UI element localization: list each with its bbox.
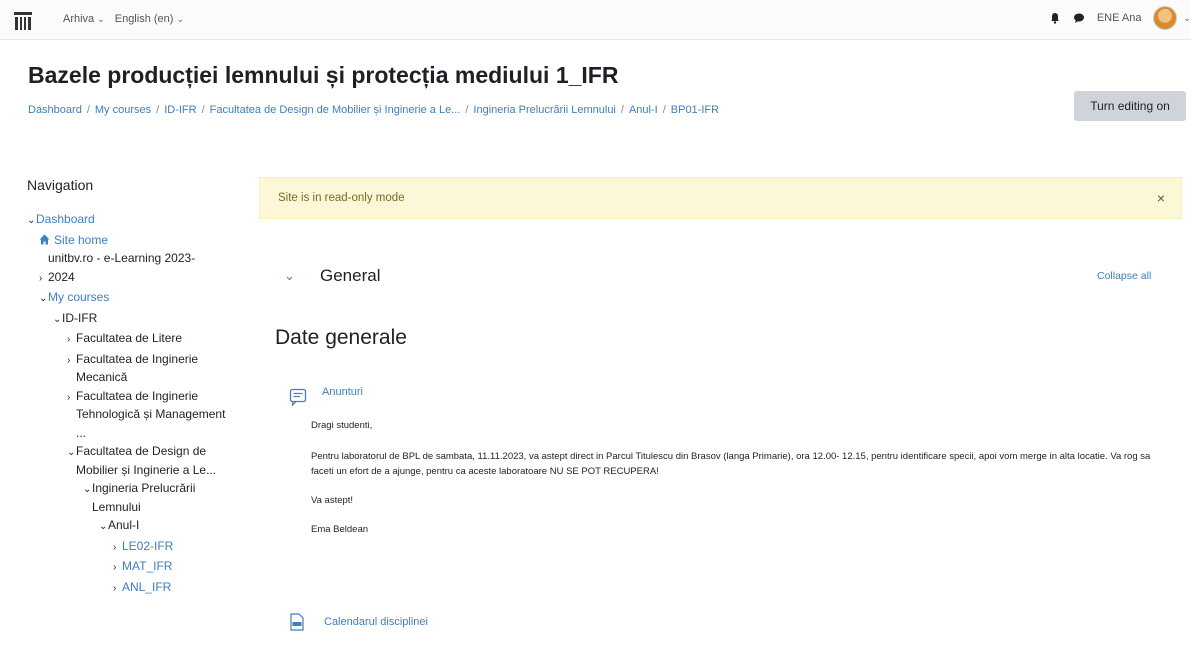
user-name[interactable]: ENE Ana — [1097, 12, 1142, 24]
chevron-down-icon: ⌄ — [67, 447, 76, 458]
chevron-right-icon: › — [113, 541, 117, 553]
nav-item-label: ANL_IFR — [122, 579, 172, 594]
breadcrumb-separator: / — [156, 104, 160, 116]
nav-item-label: LE02-IFR — [122, 538, 174, 553]
breadcrumb-dashboard[interactable]: Dashboard — [28, 104, 82, 116]
nav-item-prelucrarii[interactable]: ⌄Ingineria Prelucrării Lemnului — [27, 479, 237, 516]
nav-item-label: My courses — [48, 290, 110, 304]
chevron-down-icon: ⌄ — [176, 13, 184, 24]
chevron-down-icon: ⌄ — [53, 313, 62, 325]
chevron-down-icon: ⌄ — [27, 215, 36, 226]
nav-item-site-home[interactable]: Site home — [27, 231, 237, 250]
nav-item-label: Anul-I — [108, 518, 140, 532]
nav-item-label: Facultatea de Design de Mobilier și Ingi… — [76, 444, 217, 477]
turn-editing-on-button[interactable]: Turn editing on — [1074, 91, 1186, 121]
breadcrumb-faculty[interactable]: Facultatea de Design de Mobilier și Ingi… — [210, 104, 461, 116]
collapse-all-link[interactable]: Collapse all — [1097, 270, 1151, 282]
breadcrumb: Dashboard / My courses / ID-IFR / Facult… — [28, 104, 719, 116]
course-calendar-link[interactable]: Calendarul disciplinei — [324, 616, 428, 628]
breadcrumb-my-courses[interactable]: My courses — [95, 104, 151, 116]
announcement-post: Dragi studenti, Pentru laboratorul de BP… — [311, 418, 1171, 551]
nav-item-label: ID-IFR — [62, 310, 98, 325]
home-icon — [39, 234, 50, 244]
nav-item-litere[interactable]: › Facultatea de Litere — [27, 329, 237, 350]
top-navbar: Arhiva ⌄ English (en) ⌄ ENE Ana ⌄ — [0, 0, 1191, 40]
breadcrumb-separator: / — [86, 104, 90, 116]
nav-item-label: Dashboard — [36, 212, 95, 226]
pdf-file-icon — [290, 613, 304, 631]
nav-item-my-courses[interactable]: ⌄My courses — [27, 288, 237, 309]
language-menu[interactable]: English (en) ⌄ — [115, 13, 184, 25]
bell-icon[interactable] — [1049, 12, 1061, 24]
language-menu-label: English (en) — [114, 13, 174, 25]
nav-item-mecanica[interactable]: › Facultatea de Inginerie Mecanică — [27, 350, 237, 387]
breadcrumb-program[interactable]: Ingineria Prelucrării Lemnului — [473, 104, 615, 116]
chevron-down-icon[interactable]: ⌄ — [284, 268, 295, 284]
nav-item-unitbv[interactable]: › unitbv.ro - e-Learning 2023-2024 — [27, 249, 237, 288]
close-icon[interactable]: × — [1157, 190, 1165, 206]
nav-item-anul-i[interactable]: ⌄Anul-I — [27, 516, 237, 537]
breadcrumb-separator: / — [620, 104, 624, 116]
archive-menu[interactable]: Arhiva ⌄ — [63, 13, 105, 25]
nav-item-label: MAT_IFR — [122, 559, 173, 573]
post-body: Pentru laboratorul de BPL de sambata, 11… — [311, 451, 1151, 477]
forum-icon — [289, 388, 307, 406]
chevron-right-icon: › — [113, 582, 117, 594]
chevron-down-icon: ⌄ — [83, 484, 92, 495]
chevron-down-icon: ⌄ — [97, 13, 105, 24]
nav-item-label: unitbv.ro - e-Learning 2023-2024 — [48, 251, 196, 284]
nav-item-label: Facultatea de Inginerie Mecanică — [76, 351, 199, 385]
breadcrumb-separator: / — [662, 104, 666, 116]
nav-item-dashboard[interactable]: ⌄Dashboard — [27, 210, 237, 231]
post-signature: Ema Beldean — [311, 524, 369, 535]
nav-item-anl-ifr[interactable]: › ANL_IFR — [27, 578, 237, 599]
avatar[interactable] — [1153, 6, 1178, 30]
announcements-link[interactable]: Anunturi — [322, 386, 363, 398]
chevron-right-icon: › — [67, 391, 71, 403]
section-title[interactable]: General — [320, 266, 380, 286]
chevron-right-icon: › — [67, 354, 71, 366]
breadcrumb-separator: / — [465, 104, 469, 116]
nav-item-design-mobilier[interactable]: ⌄Facultatea de Design de Mobilier și Ing… — [27, 442, 237, 479]
nav-item-label: Site home — [54, 232, 109, 247]
site-logo[interactable] — [14, 12, 32, 30]
chevron-right-icon: › — [39, 272, 43, 284]
read-only-alert: Site is in read-only mode × — [259, 177, 1182, 219]
post-closing: Va astept! — [311, 495, 354, 506]
chevron-down-icon: ⌄ — [39, 293, 48, 304]
navigation-title: Navigation — [27, 177, 94, 193]
navigation-tree: ⌄Dashboard Site home ›unitbv.ro - e-Lear… — [27, 210, 237, 598]
post-greeting: Dragi studenti, — [311, 420, 373, 431]
nav-item-le02-ifr[interactable]: › LE02-IFR — [27, 537, 237, 558]
breadcrumb-year[interactable]: Anul-I — [629, 104, 658, 116]
nav-item-mat-ifr[interactable]: › MAT_IFR — [27, 557, 237, 578]
nav-item-label: Facultatea de Litere — [76, 331, 183, 345]
chevron-right-icon: › — [113, 562, 117, 573]
nav-item-id-ifr[interactable]: ⌄ID-IFR — [27, 309, 237, 330]
breadcrumb-course[interactable]: BP01-IFR — [671, 104, 719, 116]
chevron-down-icon[interactable]: ⌄ — [1183, 13, 1191, 24]
chat-icon[interactable] — [1073, 12, 1085, 24]
subsection-title: Date generale — [275, 326, 407, 349]
nav-item-label: Facultatea de Inginerie Tehnologică și M… — [76, 388, 226, 440]
alert-message: Site is in read-only mode — [278, 192, 405, 204]
archive-menu-label: Arhiva — [63, 13, 95, 25]
chevron-down-icon: ⌄ — [99, 521, 108, 532]
nav-item-label: Ingineria Prelucrării Lemnului — [92, 481, 196, 514]
page-title: Bazele producției lemnului și protecția … — [28, 62, 619, 88]
breadcrumb-separator: / — [201, 104, 205, 116]
chevron-right-icon: › — [67, 334, 71, 345]
nav-item-tehnologica[interactable]: › Facultatea de Inginerie Tehnologică și … — [27, 387, 237, 443]
breadcrumb-id-ifr[interactable]: ID-IFR — [164, 104, 196, 116]
